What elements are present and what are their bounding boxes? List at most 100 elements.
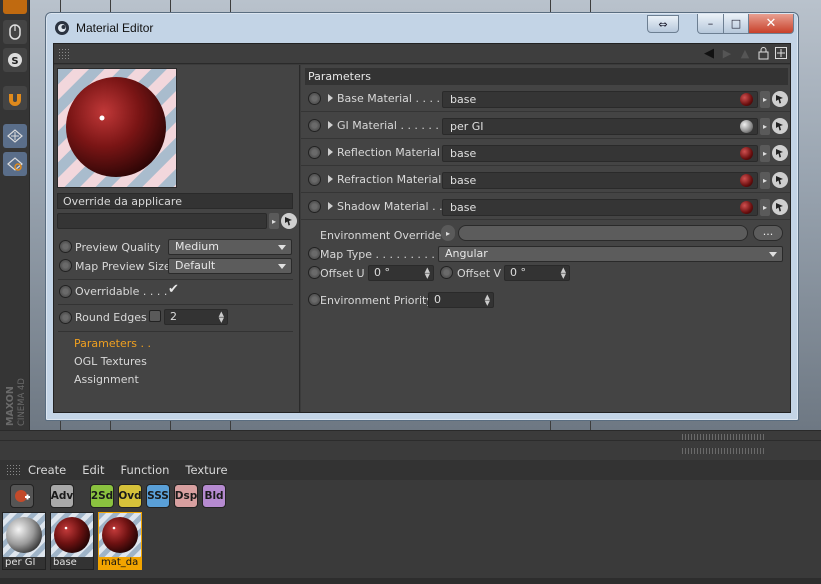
workplane-icon[interactable] (3, 152, 27, 176)
material-manager-toolbar: Adv 2Sd Ovd SSS Dsp Bld (0, 482, 821, 510)
material-ball-icon (740, 147, 753, 160)
spinner-icon[interactable]: ▲ ▼ (425, 267, 430, 280)
magnet-icon[interactable] (3, 86, 27, 110)
close-button[interactable]: ✕ (748, 14, 794, 34)
panel-grip-icon[interactable] (58, 48, 70, 60)
nav-ogl-textures[interactable]: OGL Textures (74, 355, 147, 368)
up-arrow-icon[interactable]: ▲ (738, 46, 752, 60)
link-menu-arrow-icon[interactable]: ▸ (269, 213, 279, 229)
left-toolbar: S MAXON CINEMA 4D (0, 0, 30, 430)
map-preview-size-select[interactable]: Default (168, 258, 292, 274)
link-menu-arrow-icon[interactable]: ▸ (760, 199, 770, 216)
new-material-icon[interactable] (10, 484, 34, 508)
refraction-material-link-field[interactable]: base (442, 172, 758, 189)
pick-cursor-icon[interactable] (772, 118, 788, 134)
sss-material-button[interactable]: SSS (146, 484, 170, 508)
resize-grip[interactable] (682, 448, 766, 454)
animate-radio[interactable] (308, 119, 321, 132)
restore-layout-button[interactable]: ⇔ (647, 15, 679, 33)
pick-cursor-icon[interactable] (772, 145, 788, 161)
material-name: per GI (3, 557, 45, 569)
animate-radio[interactable] (308, 92, 321, 105)
round-edges-checkbox[interactable] (149, 310, 161, 322)
offset-v-field[interactable]: 0 ° ▲ ▼ (504, 265, 570, 281)
displacement-material-button[interactable]: Dsp (174, 484, 198, 508)
expand-arrow-icon[interactable] (328, 202, 333, 210)
reflection-material-link-field[interactable]: base (442, 145, 758, 162)
workplane-lock-icon[interactable] (3, 124, 27, 148)
spinner-icon[interactable]: ▲ ▼ (485, 294, 490, 307)
resize-grip[interactable] (682, 434, 766, 440)
material-thumb-mat-da[interactable]: mat_da (98, 512, 142, 570)
animate-radio[interactable] (308, 146, 321, 159)
link-menu-arrow-icon[interactable]: ▸ (760, 145, 770, 162)
new-panel-icon[interactable] (774, 46, 788, 60)
horizontal-scrollbar[interactable] (0, 578, 821, 584)
menu-edit[interactable]: Edit (82, 463, 104, 477)
material-name: base (51, 557, 93, 569)
link-menu-arrow-icon[interactable]: ▸ (760, 91, 770, 108)
cinema4d-app-icon (54, 20, 70, 36)
round-edges-value-field[interactable]: 2 ▲ ▼ (164, 309, 228, 325)
environment-override-browse-button[interactable]: ... (753, 225, 783, 241)
pick-cursor-icon[interactable] (772, 91, 788, 107)
preview-quality-select[interactable]: Medium (168, 239, 292, 255)
environment-override-field[interactable] (458, 225, 748, 241)
pick-cursor-icon[interactable] (772, 172, 788, 188)
back-arrow-icon[interactable]: ◀ (702, 46, 716, 61)
base-material-label: Base Material . . . . . (337, 92, 447, 105)
link-menu-arrow-icon[interactable]: ▸ (760, 118, 770, 135)
link-menu-arrow-icon[interactable]: ▸ (760, 172, 770, 189)
environment-priority-label: Environment Priority (320, 294, 433, 307)
menu-texture[interactable]: Texture (185, 463, 227, 477)
panel-grip-icon[interactable] (6, 464, 22, 476)
environment-priority-field[interactable]: 0 ▲ ▼ (428, 292, 494, 308)
snap-icon[interactable]: S (3, 48, 27, 72)
map-type-select[interactable]: Angular (438, 246, 783, 262)
animate-radio[interactable] (59, 259, 72, 272)
expand-arrow-icon[interactable] (328, 175, 333, 183)
pick-cursor-icon[interactable] (772, 199, 788, 215)
parameters-section-header: Parameters (305, 68, 788, 85)
base-material-link-field[interactable]: base (442, 91, 758, 108)
offset-u-label: Offset U (320, 267, 365, 280)
material-thumb-base[interactable]: base (50, 512, 94, 570)
spinner-icon[interactable]: ▲ ▼ (561, 267, 566, 280)
two-sided-material-button[interactable]: 2Sd (90, 484, 114, 508)
animate-radio[interactable] (308, 200, 321, 213)
nav-parameters[interactable]: Parameters . . (74, 337, 151, 350)
blend-material-button[interactable]: Bld (202, 484, 226, 508)
forward-arrow-icon[interactable]: ▶ (720, 46, 734, 60)
material-preview[interactable] (57, 68, 177, 188)
animate-radio[interactable] (59, 311, 72, 324)
maximize-button[interactable]: □ (723, 14, 749, 34)
expand-arrow-icon[interactable] (328, 148, 333, 156)
override-material-button[interactable]: Ovd (118, 484, 142, 508)
shadow-material-link-field[interactable]: base (442, 199, 758, 216)
preview-pane: Override da applicare ▸ Preview Quality … (54, 65, 300, 412)
overridable-checkbox[interactable]: ✔ (168, 282, 179, 297)
lock-icon[interactable] (756, 46, 770, 60)
animate-radio[interactable] (59, 240, 72, 253)
animate-radio[interactable] (59, 285, 72, 298)
spinner-icon[interactable]: ▲ ▼ (219, 311, 224, 324)
expand-arrow-icon[interactable] (328, 121, 333, 129)
animate-radio[interactable] (308, 173, 321, 186)
minimize-button[interactable]: – (697, 14, 724, 34)
material-link-field[interactable] (57, 213, 267, 229)
mouse-icon[interactable] (3, 20, 27, 44)
pick-cursor-icon[interactable] (281, 213, 297, 229)
material-thumb-per-gi[interactable]: per GI (2, 512, 46, 570)
menu-function[interactable]: Function (121, 463, 170, 477)
menu-create[interactable]: Create (28, 463, 66, 477)
env-override-arrow-icon[interactable]: ▸ (441, 225, 455, 241)
gi-material-link-field[interactable]: per GI (442, 118, 758, 135)
expand-arrow-icon[interactable] (328, 94, 333, 102)
title-bar[interactable]: Material Editor ⇔ – □ ✕ (46, 13, 798, 43)
offset-u-field[interactable]: 0 ° ▲ ▼ (368, 265, 434, 281)
animate-radio[interactable] (440, 266, 453, 279)
adv-material-button[interactable]: Adv (50, 484, 74, 508)
nav-assignment[interactable]: Assignment (74, 373, 139, 386)
undo-icon[interactable] (3, 0, 27, 14)
material-name-field[interactable]: Override da applicare (57, 193, 293, 209)
